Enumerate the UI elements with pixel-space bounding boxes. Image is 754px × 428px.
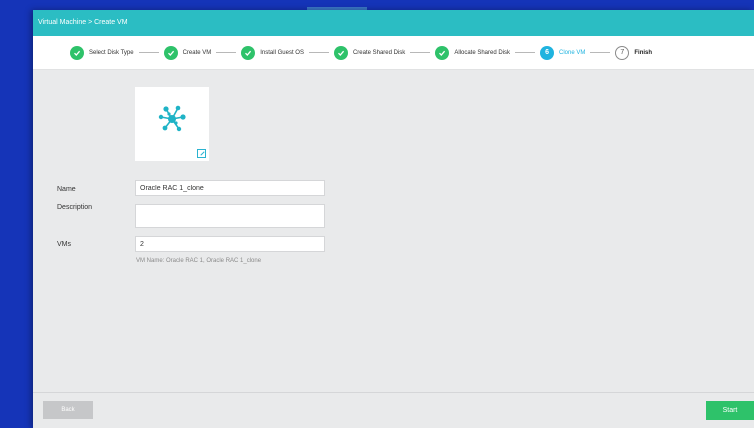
description-label: Description [57, 204, 93, 211]
step-label: Create Shared Disk [352, 49, 406, 56]
step-connector [216, 52, 237, 53]
step-label: Select Disk Type [89, 49, 134, 56]
back-button[interactable]: Back [43, 401, 93, 419]
vms-label: VMs [57, 241, 71, 248]
step-label: Install Guest OS [260, 49, 304, 56]
vms-input[interactable] [135, 236, 325, 252]
step-connector [410, 52, 431, 53]
name-input[interactable] [135, 180, 325, 196]
breadcrumb: Virtual Machine > Create VM [33, 10, 754, 36]
step-connector [515, 52, 536, 53]
start-button[interactable]: Start [706, 401, 754, 420]
step-select-disk-type: Select Disk Type [70, 45, 134, 60]
step-finish: 7 Finish [615, 45, 653, 60]
clone-vm-form: Name Description VMs VM Name: Oracle RAC… [33, 70, 754, 392]
step-allocate-shared-disk: Allocate Shared Disk [435, 45, 511, 60]
step-install-guest-os: Install Guest OS [241, 45, 304, 60]
wizard-footer: Back Start [33, 392, 754, 428]
check-icon [70, 45, 84, 60]
step-create-vm: Create VM [163, 45, 212, 60]
step-connector [590, 52, 611, 53]
name-label: Name [57, 186, 76, 193]
step-label: Create VM [182, 49, 212, 56]
step-label: Allocate Shared Disk [454, 49, 511, 56]
network-cluster-icon [158, 105, 186, 132]
edit-icon[interactable] [197, 149, 206, 158]
step-label: Clone VM [559, 49, 586, 56]
step-number-badge: 7 [615, 45, 630, 60]
check-icon [241, 45, 256, 60]
step-connector [308, 52, 329, 53]
vm-name-hint: VM Name: Oracle RAC 1, Oracle RAC 1_clon… [136, 258, 262, 264]
step-number-badge: 6 [540, 45, 555, 60]
vm-avatar [135, 87, 209, 161]
step-label: Finish [634, 49, 653, 56]
description-textarea[interactable] [135, 204, 325, 228]
step-clone-vm: 6 Clone VM [540, 45, 586, 60]
step-connector [138, 52, 159, 53]
wizard-steps: Select Disk Type Create VM Install Guest… [33, 36, 754, 70]
check-icon [333, 45, 348, 60]
check-icon [435, 45, 450, 60]
check-icon [163, 45, 178, 60]
create-vm-window: Virtual Machine > Create VM Select Disk … [33, 10, 754, 428]
step-create-shared-disk: Create Shared Disk [333, 45, 406, 60]
